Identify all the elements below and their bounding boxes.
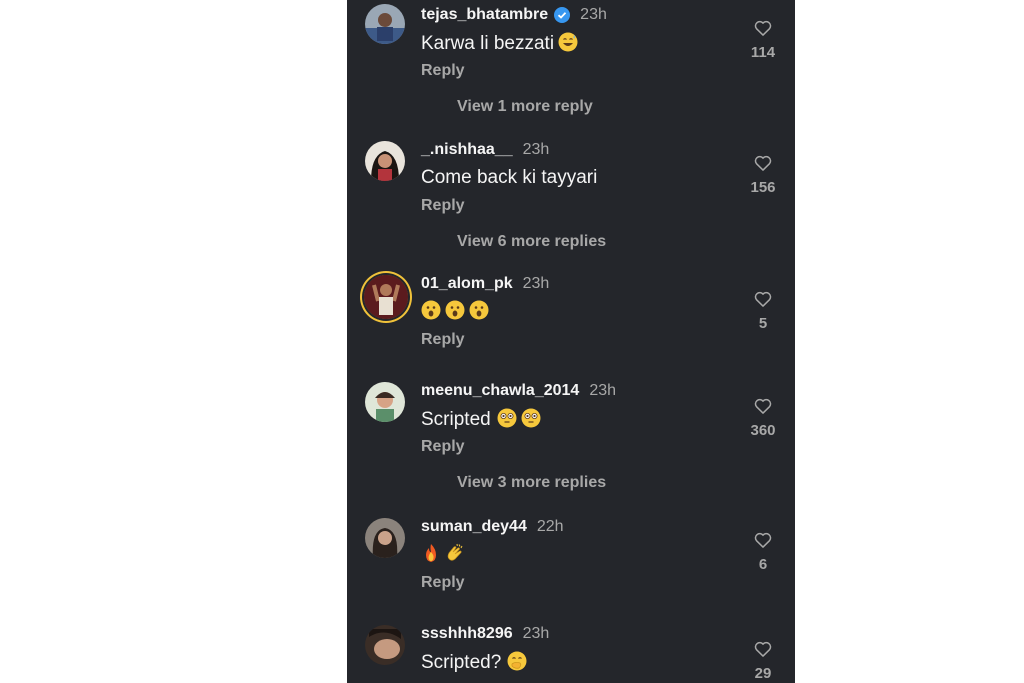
avatar[interactable] — [365, 625, 405, 665]
username[interactable]: _.nishhaa__ — [421, 141, 513, 159]
view-more-replies[interactable]: View 1 more reply — [457, 98, 593, 116]
avatar[interactable] — [365, 382, 405, 422]
heart-outline-icon[interactable] — [753, 396, 773, 416]
comment-meta: tejas_bhatambre 23h — [421, 4, 607, 26]
view-more-replies[interactable]: View 6 more replies — [457, 233, 606, 251]
timestamp: 23h — [522, 275, 550, 292]
comment-text: Come back ki tayyari — [421, 167, 598, 188]
heart-outline-icon[interactable] — [753, 639, 773, 659]
like-section: 5 — [743, 289, 783, 332]
timestamp: 23h — [589, 382, 617, 399]
like-count: 156 — [750, 179, 776, 196]
heart-outline-icon[interactable] — [753, 18, 773, 38]
avatar-image — [365, 518, 405, 558]
comment-text — [421, 543, 465, 566]
comment-text: Scripted — [421, 408, 541, 431]
username[interactable]: meenu_chawla_2014 — [421, 382, 579, 400]
avatar-image — [364, 275, 408, 319]
face-with-hand-over-mouth-emoji — [507, 651, 527, 671]
comment-meta: 01_alom_pk 23h — [421, 273, 549, 295]
avatar[interactable] — [365, 518, 405, 558]
reply-button[interactable]: Reply — [421, 574, 465, 592]
grinning-sweat-emoji — [558, 32, 578, 52]
timestamp: 22h — [536, 518, 564, 535]
timestamp: 23h — [580, 6, 607, 23]
astonished-emoji — [469, 300, 489, 320]
verified-badge-icon — [554, 7, 571, 23]
like-count: 114 — [750, 44, 776, 61]
comment-text-content: Karwa li bezzati — [421, 33, 555, 54]
avatar-image — [365, 382, 405, 422]
avatar[interactable] — [364, 275, 408, 319]
like-count: 6 — [758, 556, 768, 573]
username[interactable]: suman_dey44 — [421, 518, 527, 536]
view-more-replies[interactable]: View 3 more replies — [457, 474, 606, 492]
username[interactable]: tejas_bhatambre — [421, 6, 548, 24]
comments-panel: tejas_bhatambre 23h Karwa li bezzati Rep… — [347, 0, 795, 683]
flushed-emoji — [521, 408, 541, 428]
comment-meta: ssshhh8296 23h — [421, 623, 549, 645]
timestamp: 23h — [522, 141, 550, 158]
astonished-emoji — [421, 300, 441, 320]
comment-text — [421, 300, 489, 323]
comment-text-content: Scripted — [421, 409, 491, 430]
avatar-image — [365, 4, 405, 44]
avatar-image — [365, 141, 405, 181]
like-section: 360 — [743, 396, 783, 439]
clapping-hands-emoji — [447, 543, 463, 561]
like-count: 29 — [754, 665, 772, 682]
timestamp: 23h — [522, 625, 550, 642]
comment-meta: suman_dey44 22h — [421, 516, 564, 538]
comment-meta: meenu_chawla_2014 23h — [421, 380, 616, 402]
reply-button[interactable]: Reply — [421, 438, 465, 456]
username[interactable]: 01_alom_pk — [421, 275, 513, 293]
comment-text-content: Scripted? — [421, 652, 502, 673]
like-section: 114 — [743, 18, 783, 61]
reply-button[interactable]: Reply — [421, 197, 465, 215]
astonished-emoji — [445, 300, 465, 320]
username[interactable]: ssshhh8296 — [421, 625, 513, 643]
like-section: 29 — [743, 639, 783, 682]
flushed-emoji — [497, 408, 517, 428]
comment-text: Scripted? — [421, 651, 527, 674]
avatar-image — [365, 625, 405, 665]
fire-emoji — [426, 544, 436, 562]
like-count: 360 — [750, 422, 776, 439]
like-section: 156 — [743, 153, 783, 196]
like-count: 5 — [758, 315, 768, 332]
reply-button[interactable]: Reply — [421, 331, 465, 349]
heart-outline-icon[interactable] — [753, 530, 773, 550]
reply-button[interactable]: Reply — [421, 62, 465, 80]
comment-text: Karwa li bezzati — [421, 32, 578, 55]
heart-outline-icon[interactable] — [753, 289, 773, 309]
comment-meta: _.nishhaa__ 23h — [421, 139, 549, 161]
avatar[interactable] — [365, 4, 405, 44]
avatar[interactable] — [365, 141, 405, 181]
heart-outline-icon[interactable] — [753, 153, 773, 173]
like-section: 6 — [743, 530, 783, 573]
